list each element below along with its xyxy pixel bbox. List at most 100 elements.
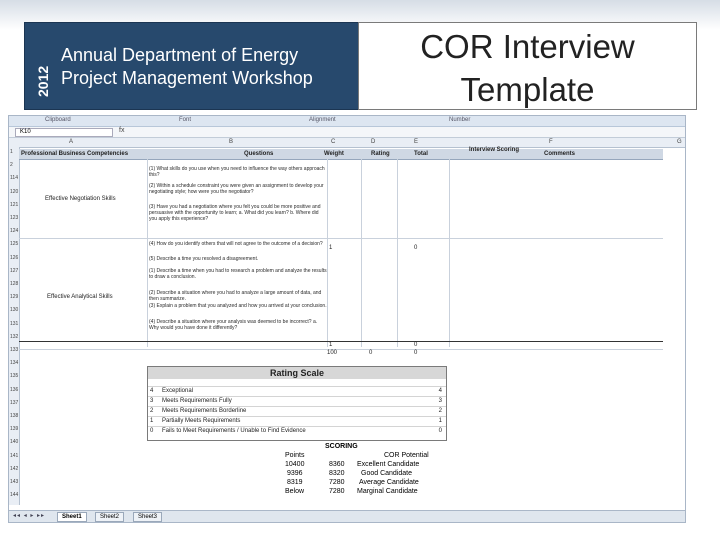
row-header[interactable]: 139 bbox=[10, 426, 18, 432]
column-header[interactable]: E bbox=[414, 139, 418, 145]
scoring-score: 8320 bbox=[329, 470, 345, 477]
rating-num: 3 bbox=[150, 398, 154, 404]
row-header[interactable]: 135 bbox=[10, 373, 18, 379]
weight-cell[interactable]: 1 bbox=[329, 342, 332, 348]
sheet-tab-3[interactable]: Sheet3 bbox=[133, 512, 163, 522]
row-header[interactable]: 121 bbox=[10, 202, 18, 208]
weight-cell[interactable]: 1 bbox=[329, 245, 332, 251]
scoring-title: SCORING bbox=[325, 443, 358, 450]
scoring-score: 7280 bbox=[329, 479, 345, 486]
weight-sum-cell[interactable]: 100 bbox=[327, 350, 337, 356]
rating-label: Partially Meets Requirements bbox=[162, 418, 241, 424]
banner-line-1: Annual Department of Energy bbox=[61, 45, 299, 65]
scoring-label: Marginal Candidate bbox=[357, 488, 418, 495]
grid-line bbox=[361, 159, 362, 347]
total-sum-cell[interactable]: 0 bbox=[414, 350, 417, 356]
column-header[interactable]: D bbox=[371, 139, 375, 145]
row-header[interactable]: 138 bbox=[10, 413, 18, 419]
row-header[interactable]: 133 bbox=[10, 347, 18, 353]
row-header[interactable]: 141 bbox=[10, 453, 18, 459]
scoring-label: Excellent Candidate bbox=[357, 461, 420, 468]
rating-label: Exceptional bbox=[162, 388, 194, 394]
row-header[interactable]: 114 bbox=[10, 175, 18, 181]
column-header[interactable]: B bbox=[229, 139, 233, 145]
row-header[interactable]: 143 bbox=[10, 479, 18, 485]
header-rating: Rating bbox=[371, 151, 390, 157]
grid-line bbox=[449, 159, 450, 347]
row-header[interactable]: 127 bbox=[10, 268, 18, 274]
formula-bar: K10 fx bbox=[9, 127, 685, 138]
name-box[interactable]: K10 bbox=[15, 128, 113, 137]
rating-value: 3 bbox=[438, 398, 442, 404]
rating-value: 0 bbox=[438, 428, 442, 434]
rating-sum-cell[interactable]: 0 bbox=[369, 350, 372, 356]
rating-num: 4 bbox=[150, 388, 154, 394]
rating-scale-row: 0 Fails to Meet Requirements / Unable to… bbox=[148, 426, 446, 436]
question-cell: (4) How do you identify others that will… bbox=[149, 241, 323, 247]
row-header[interactable]: 1 bbox=[10, 149, 13, 155]
sheet-nav-arrows-icon[interactable]: ◂◂ ◂ ▸ ▸▸ bbox=[13, 512, 45, 519]
ribbon-group-number[interactable]: Number bbox=[449, 117, 470, 123]
row-header[interactable]: 131 bbox=[10, 321, 18, 327]
scoring-col-potential: COR Potential bbox=[384, 452, 429, 459]
rating-scale-row: 2 Meets Requirements Borderline 2 bbox=[148, 406, 446, 416]
banner-line-2: Project Management Workshop bbox=[61, 68, 313, 88]
spreadsheet-window: Clipboard Font Alignment Number K10 fx A… bbox=[8, 115, 686, 523]
column-header[interactable]: G bbox=[677, 139, 682, 145]
row-headers: 1 2 114 120 121 123 124 125 126 127 128 129 130 131 13… bbox=[9, 147, 20, 505]
workshop-banner: 2012 Annual Department of Energy Project… bbox=[24, 22, 360, 110]
ribbon-group-clipboard[interactable]: Clipboard bbox=[45, 117, 71, 123]
column-header[interactable]: F bbox=[549, 139, 553, 145]
sheet-tab-2[interactable]: Sheet2 bbox=[95, 512, 125, 522]
row-header[interactable]: 137 bbox=[10, 400, 18, 406]
scoring-points: 10400 bbox=[285, 461, 305, 468]
question-cell: (1) Describe a time when you had to rese… bbox=[149, 268, 327, 280]
ribbon-group-font[interactable]: Font bbox=[179, 117, 191, 123]
question-cell: (1) What skills do you use when you need… bbox=[149, 166, 325, 178]
row-header[interactable]: 140 bbox=[10, 439, 18, 445]
rating-value: 4 bbox=[438, 388, 442, 394]
scoring-score: 7280 bbox=[329, 488, 345, 495]
row-header[interactable]: 130 bbox=[10, 307, 18, 313]
row-header[interactable]: 132 bbox=[10, 334, 18, 340]
row-header[interactable]: 2 bbox=[10, 162, 13, 168]
skill-analytical: Effective Analytical Skills bbox=[47, 294, 113, 300]
title-line-2: Template bbox=[460, 71, 595, 108]
row-header[interactable]: 144 bbox=[10, 492, 18, 498]
row-header[interactable]: 142 bbox=[10, 466, 18, 472]
rating-scale-row: 1 Partially Meets Requirements 1 bbox=[148, 416, 446, 426]
rating-scale-table: Rating Scale 4 Exceptional 4 3 Meets Req… bbox=[147, 366, 447, 441]
scoring-points: 8319 bbox=[287, 479, 303, 486]
total-cell[interactable]: 0 bbox=[414, 245, 417, 251]
row-header[interactable]: 129 bbox=[10, 294, 18, 300]
row-header[interactable]: 136 bbox=[10, 387, 18, 393]
row-header[interactable]: 134 bbox=[10, 360, 18, 366]
rating-scale-row: 3 Meets Requirements Fully 3 bbox=[148, 396, 446, 406]
row-header[interactable]: 128 bbox=[10, 281, 18, 287]
ribbon-bar: Clipboard Font Alignment Number bbox=[9, 116, 685, 127]
column-header[interactable]: C bbox=[331, 139, 335, 145]
sheet-tab-1[interactable]: Sheet1 bbox=[57, 512, 87, 522]
total-cell[interactable]: 0 bbox=[414, 342, 417, 348]
question-cell: (3) Explain a problem that you analyzed … bbox=[149, 303, 327, 309]
rating-value: 1 bbox=[438, 418, 442, 424]
row-header[interactable]: 123 bbox=[10, 215, 18, 221]
row-header[interactable]: 120 bbox=[10, 189, 18, 195]
grid-line bbox=[147, 159, 148, 347]
header-questions: Questions bbox=[244, 151, 274, 157]
row-header[interactable]: 124 bbox=[10, 228, 18, 234]
banner-year: 2012 bbox=[35, 65, 51, 97]
fx-icon[interactable]: fx bbox=[119, 127, 124, 134]
question-cell: (3) Have you had a negotiation where you… bbox=[149, 204, 321, 222]
column-header[interactable]: A bbox=[69, 139, 73, 145]
row-header[interactable]: 125 bbox=[10, 241, 18, 247]
question-cell: (2) Within a schedule constraint you wer… bbox=[149, 183, 324, 195]
grid-line bbox=[19, 349, 663, 350]
header-comments: Comments bbox=[544, 151, 576, 157]
skill-negotiation: Effective Negotiation Skills bbox=[45, 196, 116, 202]
header-competencies: Professional Business Competencies bbox=[21, 151, 129, 157]
header-interview-scoring: Interview Scoring bbox=[469, 147, 520, 153]
scoring-label: Good Candidate bbox=[361, 470, 412, 477]
row-header[interactable]: 126 bbox=[10, 255, 18, 261]
ribbon-group-alignment[interactable]: Alignment bbox=[309, 117, 336, 123]
